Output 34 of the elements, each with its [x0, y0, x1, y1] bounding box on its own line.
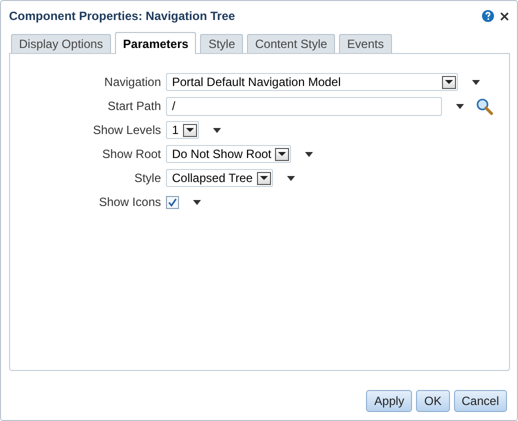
field-label: Show Root [102, 147, 161, 161]
search-icon[interactable] [476, 98, 493, 114]
caret-icon[interactable] [260, 176, 268, 180]
tab[interactable]: Events [339, 34, 392, 53]
dropdown-field[interactable]: Do Not Show Root [166, 145, 292, 163]
caret-icon[interactable] [472, 80, 480, 84]
field-label: Navigation [104, 75, 161, 89]
dialog-button[interactable]: Cancel [454, 390, 507, 412]
dialog-button[interactable]: Apply [366, 390, 412, 412]
close-icon[interactable] [500, 12, 509, 20]
caret-icon[interactable] [286, 176, 295, 180]
tab[interactable]: Parameters [115, 32, 196, 54]
dropdown-field[interactable]: Portal Default Navigation Model [166, 73, 458, 91]
field-label: Style [134, 171, 161, 185]
dropdown-field[interactable]: Collapsed Tree [166, 169, 273, 187]
caret-icon[interactable] [278, 152, 286, 156]
field-label: Show Levels [92, 123, 161, 137]
window-title: Component Properties: Navigation Tree [9, 9, 236, 23]
caret-icon[interactable] [445, 80, 453, 84]
tab[interactable]: Style [200, 34, 244, 53]
field-label: Show Icons [98, 195, 161, 209]
caret-icon[interactable] [186, 128, 194, 132]
field-label: Start Path [108, 99, 161, 113]
caret-icon[interactable] [456, 104, 464, 108]
caret-icon[interactable] [212, 128, 221, 132]
dropdown-field[interactable]: 1 [166, 121, 199, 139]
input-field[interactable]: / [166, 96, 442, 116]
checkbox[interactable] [166, 196, 179, 208]
caret-icon[interactable] [193, 200, 201, 204]
tab[interactable]: Content Style [247, 34, 336, 53]
caret-icon[interactable] [305, 152, 314, 156]
tab[interactable]: Display Options [11, 34, 112, 53]
help-icon[interactable] [482, 10, 494, 22]
dialog-button[interactable]: OK [416, 390, 450, 412]
